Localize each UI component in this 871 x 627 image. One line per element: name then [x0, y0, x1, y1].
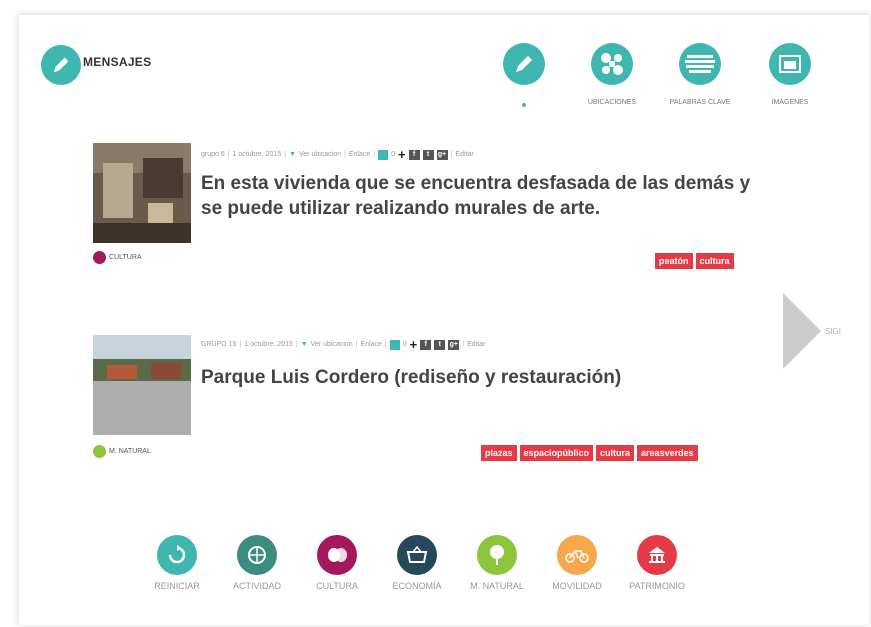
category-nav: REINICIAR ACTIVIDAD CULTURA ECONOMÍA M. … [137, 535, 697, 591]
post-text: En esta vivienda que se encuentra desfas… [201, 173, 751, 219]
category-label: CULTURA [109, 254, 142, 261]
nav-label: PATRIMONIO [629, 581, 685, 591]
header-locations-button[interactable] [591, 43, 633, 85]
like-icon[interactable] [378, 149, 389, 160]
theater-masks-icon [93, 251, 106, 264]
wordcloud-icon [685, 55, 715, 73]
header-images-label: IMAGENES [771, 99, 809, 106]
twitter-icon[interactable]: t [434, 339, 446, 350]
googleplus-icon[interactable]: g+ [436, 149, 448, 160]
basket-icon [397, 535, 437, 575]
nav-label: CULTURA [316, 581, 358, 591]
header-images-button[interactable] [769, 43, 811, 85]
nav-cultura[interactable]: CULTURA [297, 535, 377, 591]
like-count: 0 [391, 151, 395, 158]
facebook-icon[interactable]: f [420, 339, 432, 350]
nav-label: ACTIVIDAD [232, 581, 281, 591]
nav-label: M. NATURAL [470, 581, 524, 591]
arrow-right-icon [783, 293, 821, 369]
tag[interactable]: cultura [695, 253, 734, 269]
like-icon[interactable] [389, 339, 400, 350]
post-date: 1 octubre, 2015 [232, 151, 282, 158]
brand-pencil-icon [41, 45, 81, 85]
post-category[interactable]: CULTURA [93, 251, 142, 264]
twitter-icon[interactable]: t [422, 149, 434, 160]
post-date: 1 octubre, 2015 [244, 341, 293, 348]
active-indicator [522, 103, 526, 107]
page-title: MENSAJES [83, 55, 152, 69]
nav-label: MOVILIDAD [552, 581, 602, 591]
image-icon [779, 55, 801, 73]
tag[interactable]: peatón [655, 253, 693, 269]
nav-label: ECONOMÍA [392, 581, 442, 591]
add-icon[interactable]: + [398, 147, 406, 162]
category-label: M. NATURAL [109, 448, 151, 455]
post-meta: grupo 6 | 1 octubre, 2015 | ▼ Ver ubicacio… [201, 147, 474, 162]
view-location-link[interactable]: Ver ubicacion [299, 151, 341, 158]
nav-actividad[interactable]: ACTIVIDAD [217, 535, 297, 591]
nav-movilidad[interactable]: MOVILIDAD [537, 535, 617, 591]
post-tags: plazas espaciopúblico cultura areasverde… [481, 445, 698, 461]
post-link[interactable]: Enlace [349, 151, 370, 158]
edit-link[interactable]: Editar [455, 151, 473, 158]
header-keywords-button[interactable] [679, 43, 721, 85]
activity-icon [237, 535, 277, 575]
tag[interactable]: plazas [481, 445, 517, 461]
nav-patrimonio[interactable]: PATRIMONIO [617, 535, 697, 591]
tag[interactable]: areasverdes [637, 445, 698, 461]
next-button[interactable] [783, 293, 821, 369]
pencil-icon [516, 56, 532, 72]
reset-icon [157, 535, 197, 575]
edit-link[interactable]: Editar [467, 341, 485, 348]
nav-m-natural[interactable]: M. NATURAL [457, 535, 537, 591]
monument-icon [637, 535, 677, 575]
view-location-link[interactable]: Ver ubicacion [311, 341, 353, 348]
nav-label: REINICIAR [154, 581, 200, 591]
bicycle-icon [557, 535, 597, 575]
post-group: GRUPO 15 [201, 341, 237, 348]
tag[interactable]: espaciopúblico [519, 445, 594, 461]
post-thumbnail[interactable] [93, 335, 191, 435]
add-icon[interactable]: + [410, 337, 418, 352]
tree-icon [93, 445, 106, 458]
locations-icon [601, 53, 623, 75]
post-text: Parque Luis Cordero (rediseño y restaura… [201, 367, 622, 388]
next-label: SIGI [825, 327, 842, 336]
theater-masks-icon [317, 535, 357, 575]
header-pencil-button[interactable] [503, 43, 545, 85]
location-pin-icon: ▼ [289, 151, 296, 158]
facebook-icon[interactable]: f [408, 149, 420, 160]
page-frame: MENSAJES UBICACIONES PALABRAS CLAVE IMAG… [18, 14, 869, 625]
tag[interactable]: cultura [596, 445, 635, 461]
header-keywords-label: PALABRAS CLAVE [669, 99, 731, 106]
post-meta: GRUPO 15 | 1 octubre, 2015 | ▼ Ver ubicaci… [201, 337, 486, 352]
post-category[interactable]: M. NATURAL [93, 445, 151, 458]
post-thumbnail[interactable] [93, 143, 191, 243]
googleplus-icon[interactable]: g+ [448, 339, 460, 350]
post-group: grupo 6 [201, 151, 225, 158]
nav-economia[interactable]: ECONOMÍA [377, 535, 457, 591]
header-locations-label: UBICACIONES [587, 99, 637, 106]
like-count: 0 [402, 341, 407, 348]
post-tags: peatón cultura [655, 253, 734, 269]
location-pin-icon: ▼ [300, 341, 308, 348]
nav-reiniciar[interactable]: REINICIAR [137, 535, 217, 591]
tree-icon [477, 535, 517, 575]
post-link[interactable]: Enlace [361, 341, 382, 348]
